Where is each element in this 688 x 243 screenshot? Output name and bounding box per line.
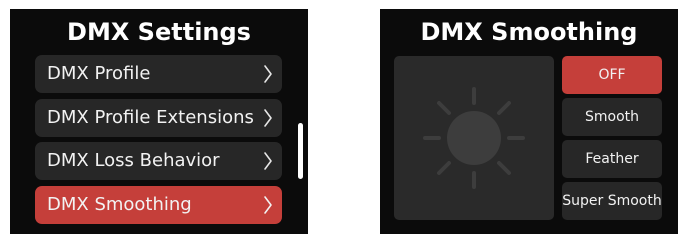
menu-item-label: DMX Smoothing (47, 194, 192, 215)
option-off[interactable]: OFF (562, 56, 662, 94)
sun-icon (423, 87, 525, 189)
smoothing-preview (394, 56, 554, 220)
menu-item-dmx-smoothing[interactable]: DMX Smoothing (35, 186, 282, 224)
chevron-right-icon (264, 152, 272, 170)
chevron-right-icon (264, 196, 272, 214)
settings-title: DMX Settings (67, 18, 251, 46)
menu-item-dmx-profile-extensions[interactable]: DMX Profile Extensions (35, 99, 282, 137)
menu-item-label: DMX Loss Behavior (47, 150, 220, 171)
chevron-right-icon (264, 109, 272, 127)
scrollbar[interactable] (298, 123, 303, 179)
option-feather[interactable]: Feather (562, 140, 662, 178)
menu-item-dmx-loss-behavior[interactable]: DMX Loss Behavior (35, 142, 282, 180)
menu-item-label: DMX Profile (47, 63, 151, 84)
dmx-settings-screen: DMX Settings DMX Profile DMX Profile Ext… (10, 9, 308, 234)
smoothing-title: DMX Smoothing (420, 18, 638, 46)
menu-item-label: DMX Profile Extensions (47, 107, 254, 128)
option-smooth[interactable]: Smooth (562, 98, 662, 136)
dmx-smoothing-screen: DMX Smoothing OFF Smooth Feather Super S… (380, 9, 678, 234)
menu-item-dmx-profile[interactable]: DMX Profile (35, 55, 282, 93)
chevron-right-icon (264, 65, 272, 83)
option-super-smooth[interactable]: Super Smooth (562, 182, 662, 220)
